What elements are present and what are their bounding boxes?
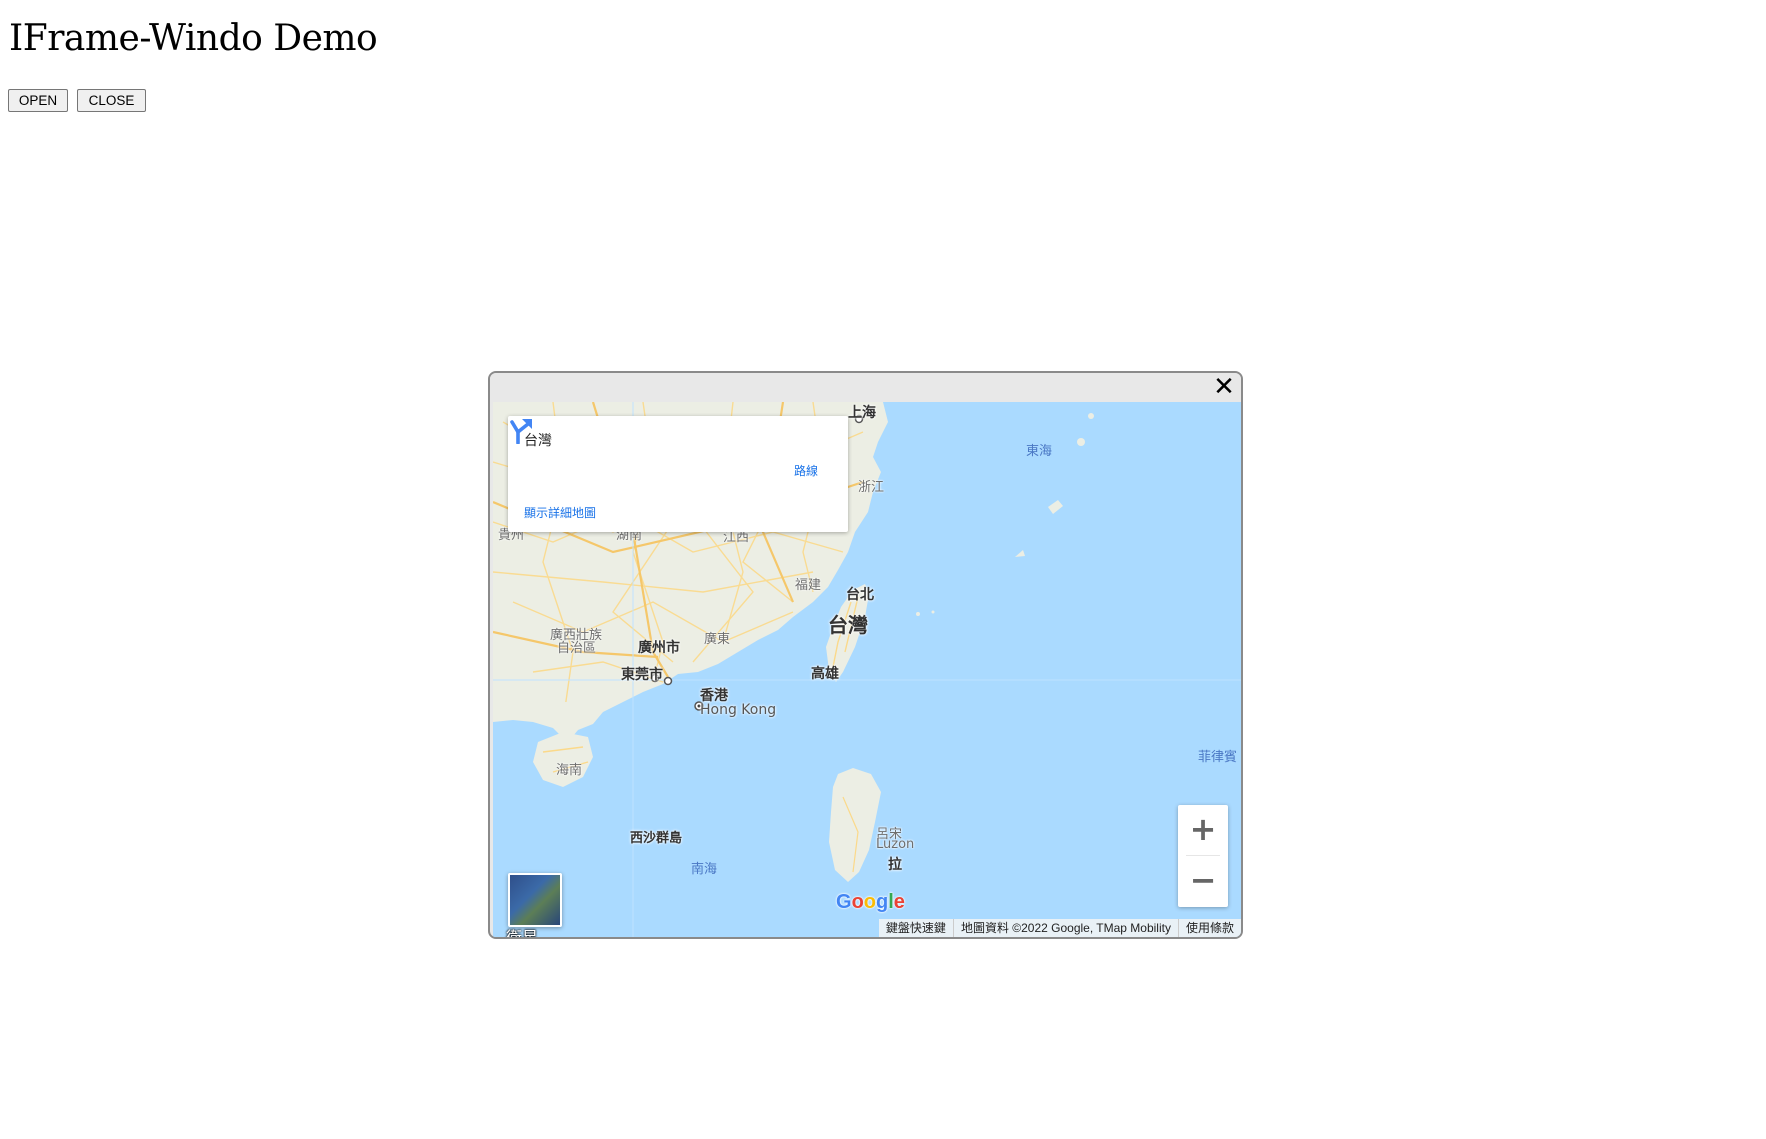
iframe-window: ✕ 上海 東海 浙江 貴州 湖南 江西 福建 台北 台灣 高雄 廣西壯族 自治區…: [488, 371, 1243, 939]
label-fujian: 福建: [795, 578, 822, 593]
label-paracel: 西沙群島: [630, 831, 683, 846]
label-kaohsiung: 高雄: [811, 666, 839, 682]
view-larger-map-link[interactable]: 顯示詳細地圖: [524, 504, 596, 521]
terms-link[interactable]: 使用條款: [1177, 919, 1241, 937]
keyboard-shortcuts-link[interactable]: 鍵盤快速鍵: [879, 919, 953, 937]
label-taipei: 台北: [846, 587, 874, 603]
label-hainan: 海南: [556, 763, 583, 778]
label-dongguan: 東莞市: [621, 667, 663, 683]
label-zhejiang: 浙江: [858, 480, 885, 495]
zoom-controls: + −: [1178, 805, 1228, 907]
label-hongkong-en: Hong Kong: [700, 702, 777, 718]
label-shanghai: 上海: [848, 405, 876, 421]
zoom-out-button[interactable]: −: [1178, 856, 1228, 906]
label-taiwan: 台灣: [828, 613, 868, 637]
label-guangdong: 廣東: [704, 632, 731, 647]
map-data-credit: 地圖資料 ©2022 Google, TMap Mobility: [952, 919, 1178, 937]
label-east-sea: 東海: [1026, 444, 1053, 459]
satellite-layer-label: 衛星: [506, 924, 538, 937]
label-guangxi-2: 自治區: [557, 641, 597, 656]
map-view[interactable]: 上海 東海 浙江 貴州 湖南 江西 福建 台北 台灣 高雄 廣西壯族 自治區 廣…: [493, 402, 1241, 937]
directions-icon[interactable]: [508, 416, 534, 444]
close-icon[interactable]: ✕: [1211, 374, 1237, 400]
label-luzon-en: Luzon: [876, 837, 915, 852]
page-title: IFrame-Windo Demo: [9, 18, 378, 59]
label-luzon-city: 拉: [888, 857, 902, 873]
window-title-bar[interactable]: ✕: [490, 373, 1241, 401]
zoom-in-button[interactable]: +: [1178, 805, 1228, 855]
label-south-sea: 南海: [691, 862, 718, 877]
google-logo: Google: [836, 891, 905, 913]
place-info-card: 台灣 路線 顯示詳細地圖: [508, 416, 848, 532]
map-attribution: 鍵盤快速鍵 地圖資料 ©2022 Google, TMap Mobility 使…: [878, 919, 1241, 937]
satellite-layer-toggle[interactable]: [508, 873, 562, 927]
label-philippines: 菲律賓: [1198, 750, 1238, 765]
label-guangzhou: 廣州市: [638, 640, 680, 656]
close-button[interactable]: CLOSE: [77, 89, 146, 112]
directions-link[interactable]: 路線: [794, 462, 818, 479]
open-button[interactable]: OPEN: [8, 89, 68, 112]
